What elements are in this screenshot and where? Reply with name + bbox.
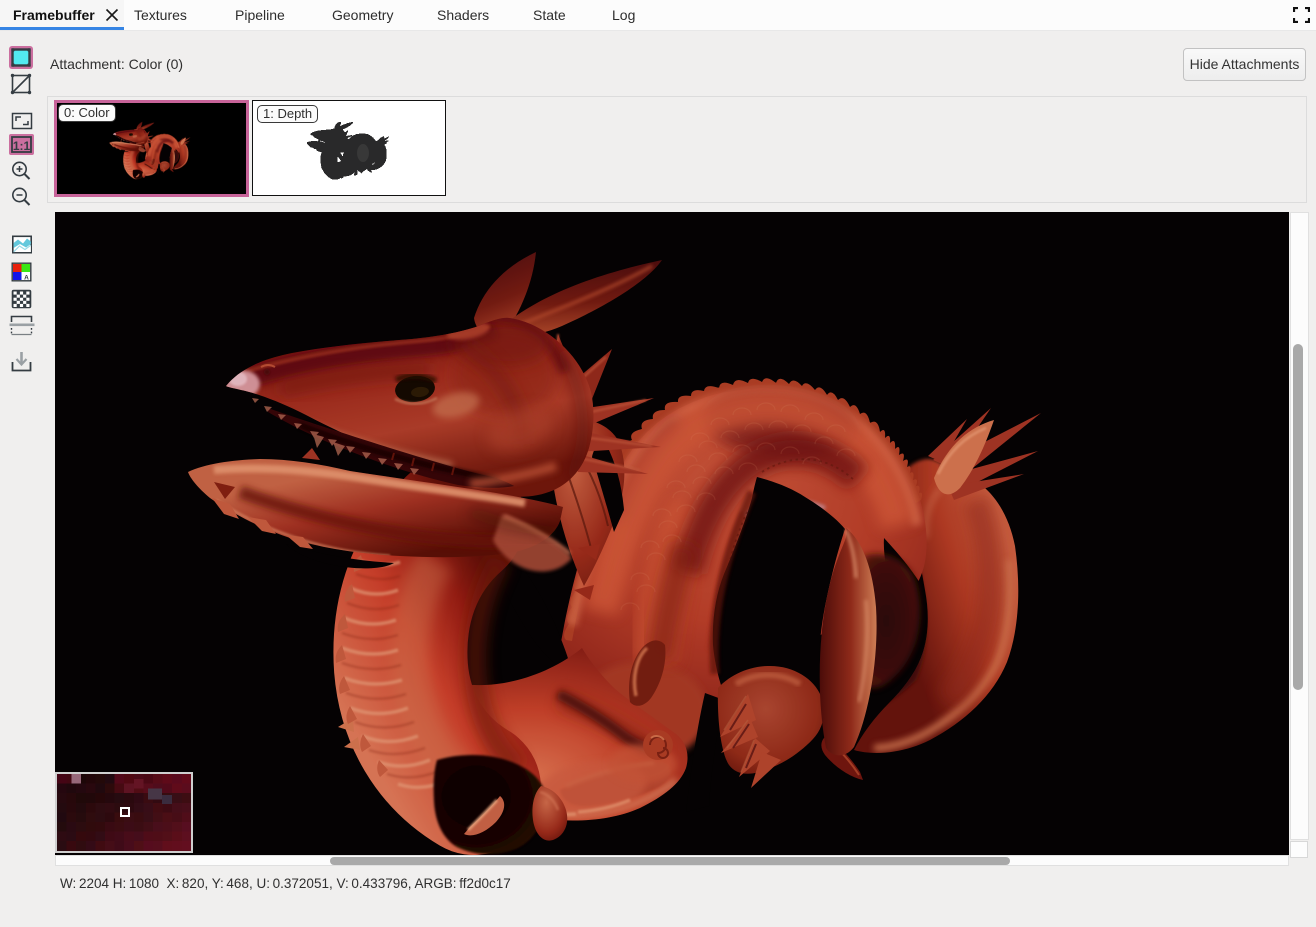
svg-text:A: A bbox=[24, 274, 29, 281]
svg-text:1:1: 1:1 bbox=[13, 139, 31, 153]
